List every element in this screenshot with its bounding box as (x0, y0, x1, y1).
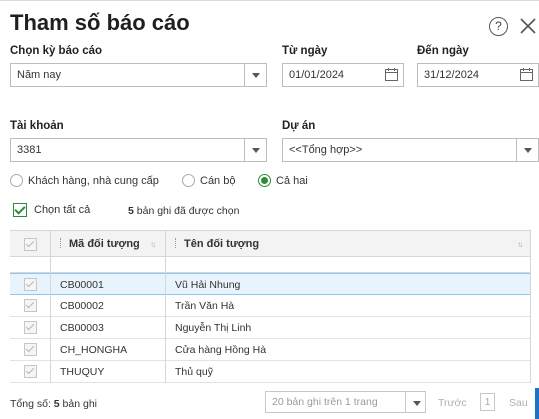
chevron-down-icon[interactable] (244, 139, 266, 161)
radio-dot[interactable] (10, 174, 23, 187)
cell-code: CB00001 (60, 279, 104, 291)
radio-both[interactable]: Cả hai (258, 174, 318, 188)
radio-label: Khách hàng, nhà cung cấp (28, 175, 159, 187)
column-code-label: Mã đối tượng (69, 238, 140, 250)
page-number-input[interactable]: 1 (480, 393, 495, 411)
row-checkbox[interactable] (24, 365, 37, 378)
table-header: Mã đối tượng ↑↓ Tên đối tượng ↑↓ (10, 231, 531, 257)
header-checkbox[interactable] (24, 238, 37, 251)
row-checkbox[interactable] (24, 321, 37, 334)
cell-code: THUQUY (60, 366, 105, 378)
from-date-field[interactable]: 01/01/2024 (282, 63, 404, 87)
report-period-label: Chọn kỳ báo cáo (10, 45, 103, 57)
drag-handle-icon[interactable] (175, 238, 178, 248)
next-page-button[interactable]: Sau (509, 397, 528, 409)
radio-label: Cán bộ (200, 175, 236, 187)
cell-name: Nguyễn Thị Linh (175, 322, 252, 334)
help-icon[interactable]: ? (489, 17, 508, 36)
selection-info: 5 bản ghi đã được chọn (128, 205, 239, 217)
calendar-icon[interactable] (385, 68, 398, 81)
table-row[interactable]: CH_HONGHA Cửa hàng Hồng Hà (10, 339, 531, 361)
total-count: Tổng số: 5 bản ghi (10, 398, 97, 410)
total-label: Tổng số: (10, 398, 51, 410)
chevron-down-icon[interactable] (244, 64, 266, 86)
cell-name: Thủ quỹ (175, 366, 213, 378)
row-checkbox[interactable] (24, 278, 37, 291)
table-row[interactable]: CB00001 Vũ Hải Nhung (10, 273, 531, 295)
close-icon[interactable] (519, 17, 537, 35)
cell-name: Cửa hàng Hồng Hà (175, 344, 267, 356)
report-params-dialog: Tham số báo cáo ? Chọn kỳ báo cáo Năm na… (0, 0, 539, 419)
cell-code: CB00002 (60, 300, 104, 312)
report-period-value: Năm nay (17, 69, 62, 81)
cell-code: CB00003 (60, 322, 104, 334)
chevron-down-icon[interactable] (405, 392, 425, 412)
project-label: Dự án (282, 120, 316, 132)
page-size-select[interactable]: 20 bản ghi trên 1 trang (265, 391, 426, 413)
table-row[interactable]: THUQUY Thủ quỹ (10, 361, 531, 383)
account-value: 3381 (17, 144, 42, 156)
from-date-value: 01/01/2024 (289, 69, 345, 81)
cell-code: CH_HONGHA (60, 344, 128, 356)
filter-row[interactable] (10, 257, 531, 273)
table-row[interactable]: CB00003 Nguyễn Thị Linh (10, 317, 531, 339)
radio-staff[interactable]: Cán bộ (182, 174, 252, 188)
objects-table: Mã đối tượng ↑↓ Tên đối tượng ↑↓ CB00001… (10, 230, 531, 385)
prev-page-button[interactable]: Trước (438, 397, 467, 409)
total-unit: bản ghi (62, 398, 97, 410)
project-value: <<Tổng hợp>> (289, 144, 363, 156)
chevron-down-icon[interactable] (516, 139, 538, 161)
project-select[interactable]: <<Tổng hợp>> (282, 138, 539, 162)
radio-dot[interactable] (182, 174, 195, 187)
to-date-label: Đến ngày (417, 45, 469, 57)
column-divider (530, 231, 531, 383)
to-date-value: 31/12/2024 (424, 69, 480, 81)
drag-handle-icon[interactable] (60, 238, 63, 248)
total-number: 5 (53, 398, 60, 410)
cell-name: Vũ Hải Nhung (175, 279, 241, 291)
radio-customer-supplier[interactable]: Khách hàng, nhà cung cấp (10, 174, 170, 188)
row-checkbox[interactable] (24, 343, 37, 356)
table-row[interactable]: CB00002 Trần Văn Hà (10, 295, 531, 317)
column-header-code[interactable]: Mã đối tượng (60, 231, 140, 257)
edge-accent-bar (535, 388, 539, 419)
column-divider (50, 231, 51, 383)
selection-text: bản ghi đã được chọn (136, 205, 240, 217)
dialog-title: Tham số báo cáo (10, 10, 190, 35)
account-label: Tài khoản (10, 120, 64, 132)
cell-name: Trần Văn Hà (175, 300, 235, 312)
select-all-checkbox[interactable] (13, 203, 27, 217)
report-period-select[interactable]: Năm nay (10, 63, 267, 87)
selection-count: 5 (128, 205, 134, 217)
row-checkbox[interactable] (24, 299, 37, 312)
column-divider (165, 231, 166, 383)
calendar-icon[interactable] (520, 68, 533, 81)
from-date-label: Từ ngày (282, 45, 328, 57)
account-select[interactable]: 3381 (10, 138, 267, 162)
sort-icon[interactable]: ↑↓ (517, 240, 523, 249)
sort-icon[interactable]: ↑↓ (150, 240, 156, 249)
radio-label: Cả hai (276, 175, 308, 187)
to-date-field[interactable]: 31/12/2024 (417, 63, 539, 87)
select-all-label: Chọn tất cả (34, 204, 91, 216)
column-name-label: Tên đối tượng (184, 238, 260, 250)
column-header-name[interactable]: Tên đối tượng (175, 231, 259, 257)
radio-dot-selected[interactable] (258, 174, 271, 187)
page-size-value: 20 bản ghi trên 1 trang (272, 396, 378, 408)
